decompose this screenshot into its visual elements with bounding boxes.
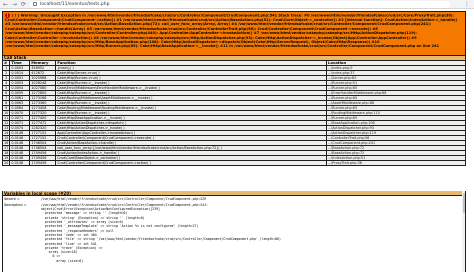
frame-time: 0.0148 <box>9 160 31 166</box>
menu-icon[interactable]: ⋮ <box>464 1 470 8</box>
frame-memory: 1749456 <box>29 160 57 166</box>
frame-location[interactable]: ...\ProxyTrait.php:36 <box>325 160 467 166</box>
warning-text: ( ! ) Warning: Uncaught Exception in /va… <box>5 13 458 49</box>
reload-icon[interactable]: ⟳ <box>20 1 27 8</box>
url-text: localhost/11/eventus/tests.php <box>40 2 110 7</box>
address-bar[interactable]: localhost/11/eventus/tests.php <box>30 1 450 8</box>
vertical-scrollbar[interactable] <box>462 191 465 272</box>
back-icon[interactable]: ← <box>2 1 9 8</box>
warning-row: !( ! ) Warning: Uncaught Exception in /v… <box>2 11 466 56</box>
variable-name: $event = <box>4 197 20 201</box>
variable-dump: Variables in local scope (#20) $event = /… <box>2 191 466 272</box>
warning-message: !( ! ) Warning: Uncaught Exception in /v… <box>2 11 466 56</box>
variable-name: $exception = <box>4 202 27 207</box>
local-scope-title: Variables in local scope (#20) <box>3 191 464 196</box>
forward-icon[interactable]: → <box>11 1 18 8</box>
frame-function: Crud\Controller\Component\CrudComponent-… <box>55 160 327 166</box>
lock-icon <box>33 2 37 6</box>
dump-line: /var/www/html/vendor/friendsofcake/crud/… <box>41 197 207 201</box>
call-stack-row: 20 0.0148 1749456 Crud\Controller\Component… <box>1 160 467 166</box>
dump-line: array (size=6) <box>41 258 84 263</box>
browser-toolbar: ← → ⟳ localhost/11/eventus/tests.php ⋮ <box>0 0 474 9</box>
scrollbar-thumb[interactable] <box>462 193 465 213</box>
error-table: !( ! ) Warning: Uncaught Exception in /v… <box>1 11 467 166</box>
frame-number: 20 <box>1 160 11 166</box>
